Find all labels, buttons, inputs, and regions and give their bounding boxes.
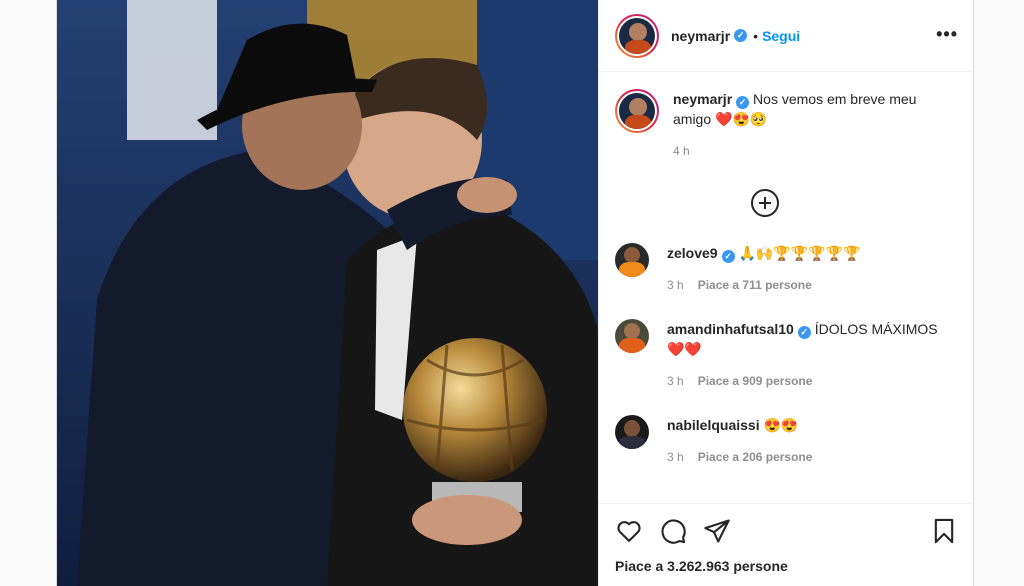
comment-likes[interactable]: Piace a 711 persone xyxy=(698,278,812,292)
comment-time[interactable]: 3 h xyxy=(667,450,684,464)
paper-plane-icon[interactable] xyxy=(703,517,731,545)
heart-icon[interactable] xyxy=(615,517,643,545)
follow-button[interactable]: Segui xyxy=(762,28,800,44)
post-sidebar: neymarjr ✓ • Segui ••• neymarjr ✓ Nos vem… xyxy=(598,0,973,586)
comment-text: 😍😍 xyxy=(763,417,799,433)
comment-icon[interactable] xyxy=(659,517,687,545)
verified-badge-icon: ✓ xyxy=(734,29,748,42)
caption-time: 4 h xyxy=(673,144,690,158)
instagram-post: neymarjr ✓ • Segui ••• neymarjr ✓ Nos vem… xyxy=(56,0,974,586)
caption: neymarjr ✓ Nos vemos em breve meu amigo ❤… xyxy=(615,89,958,161)
post-photo[interactable] xyxy=(57,0,598,586)
author-avatar[interactable] xyxy=(615,13,659,58)
caption-username[interactable]: neymarjr xyxy=(673,91,732,107)
commenter-avatar[interactable] xyxy=(615,415,649,449)
comment-likes[interactable]: Piace a 909 persone xyxy=(698,374,813,388)
post-header: neymarjr ✓ • Segui ••• xyxy=(599,0,973,72)
plus-circle-icon[interactable] xyxy=(750,189,779,217)
more-options-icon[interactable]: ••• xyxy=(936,24,958,45)
comment-text: 🙏🙌🏆🏆🏆🏆🏆 xyxy=(738,245,861,261)
verified-badge-icon: ✓ xyxy=(736,96,750,109)
verified-badge-icon: ✓ xyxy=(797,326,811,339)
comment-username[interactable]: amandinhafutsal10 xyxy=(667,321,794,337)
comment-time[interactable]: 3 h xyxy=(667,374,684,388)
comment-likes[interactable]: Piace a 206 persone xyxy=(698,450,813,464)
caption-avatar[interactable] xyxy=(615,89,659,133)
post-photo-illustration xyxy=(57,0,598,586)
post-actions: Piace a 3.262.963 persone xyxy=(599,503,973,586)
author-username[interactable]: neymarjr xyxy=(671,28,730,44)
comments-list: neymarjr ✓ Nos vemos em breve meu amigo ❤… xyxy=(599,73,973,503)
bookmark-icon[interactable] xyxy=(930,517,958,545)
likes-total[interactable]: Piace a 3.262.963 persone xyxy=(615,558,958,574)
comment-item: amandinhafutsal10 ✓ ÍDOLOS MÁXIMOS ❤️❤️ 3… xyxy=(615,319,958,391)
commenter-avatar[interactable] xyxy=(615,319,649,353)
comment-item: nabilelquaissi 😍😍 3 h Piace a 206 persone xyxy=(615,415,958,467)
comment-username[interactable]: zelove9 xyxy=(667,245,718,261)
verified-badge-icon: ✓ xyxy=(721,250,735,263)
comment-item: zelove9 ✓ 🙏🙌🏆🏆🏆🏆🏆 3 h Piace a 711 persone xyxy=(615,243,958,295)
comment-username[interactable]: nabilelquaissi xyxy=(667,417,760,433)
commenter-avatar[interactable] xyxy=(615,243,649,277)
comment-time[interactable]: 3 h xyxy=(667,278,684,292)
separator-dot: • xyxy=(753,27,759,44)
